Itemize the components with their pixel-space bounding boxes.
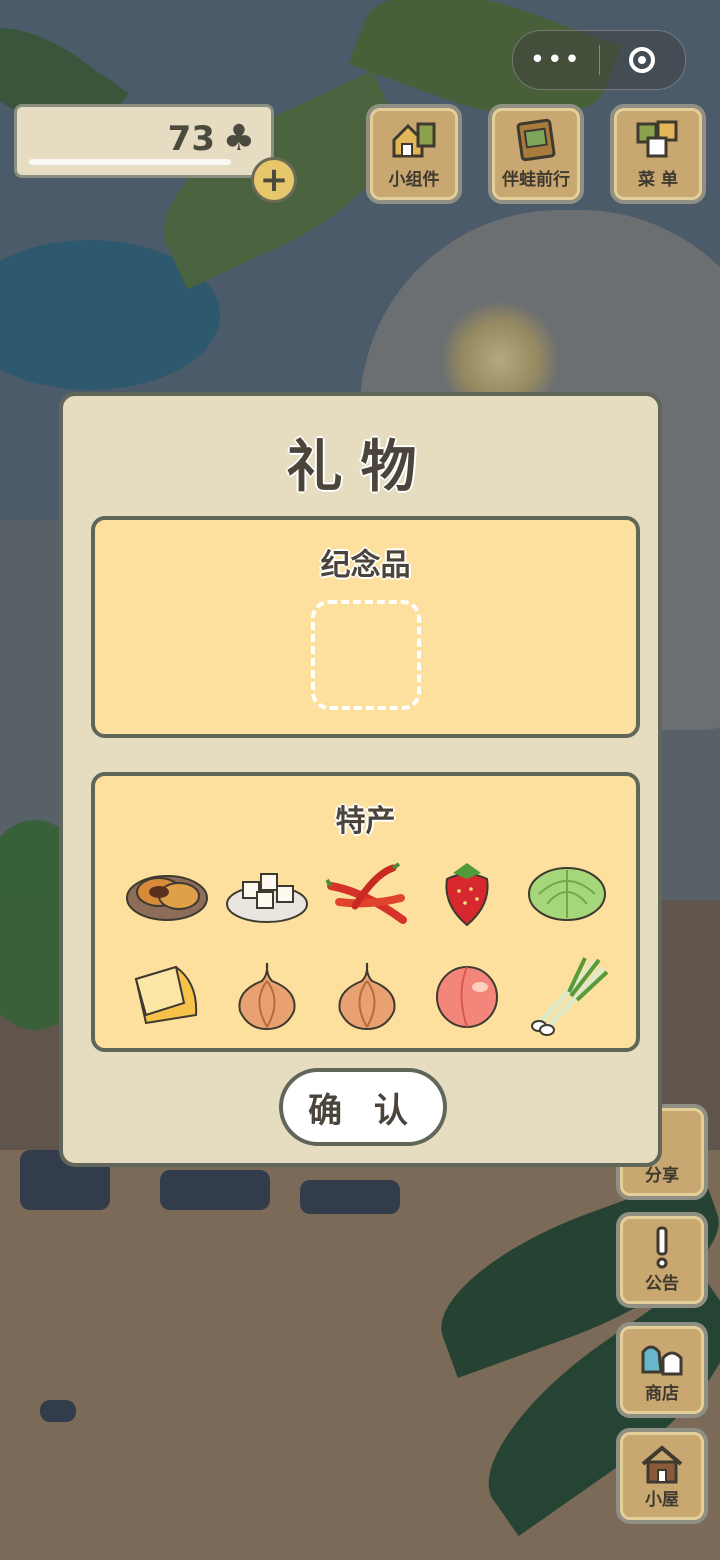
plus-icon[interactable]: + — [251, 157, 297, 203]
house-label: 小屋 — [645, 1490, 679, 1510]
shop-icon — [641, 1345, 683, 1376]
specialty-panel: 特产 — [91, 772, 640, 1052]
specialty-title: 特产 — [335, 804, 396, 839]
onion-icon[interactable] — [317, 956, 417, 1036]
house-icon — [641, 1445, 683, 1484]
empty-slot[interactable] — [311, 600, 421, 710]
widget-icon — [392, 122, 436, 158]
journey-button[interactable]: 伴蛙前行 — [488, 104, 584, 204]
journey-card-icon — [516, 118, 556, 162]
widget-label: 小组件 — [388, 170, 440, 190]
notice-label: 公告 — [645, 1274, 679, 1294]
specialty-grid — [117, 854, 617, 1036]
menu-cards-icon — [636, 120, 678, 158]
counter-shine — [29, 159, 231, 165]
cheese-icon[interactable] — [117, 956, 217, 1036]
confirm-button[interactable]: 确 认 — [279, 1068, 447, 1146]
clover-count: 73 — [167, 119, 215, 159]
peach-icon[interactable] — [417, 956, 517, 1036]
onion-icon[interactable] — [217, 956, 317, 1036]
target-icon[interactable] — [600, 47, 686, 73]
more-dots-icon[interactable]: ••• — [513, 45, 599, 75]
shop-label: 商店 — [645, 1384, 679, 1404]
dialog-title: 礼物 — [286, 435, 435, 500]
pancake-icon[interactable] — [117, 854, 217, 934]
journey-label: 伴蛙前行 — [502, 170, 570, 190]
tofu-icon[interactable] — [217, 854, 317, 934]
menu-label: 菜 单 — [638, 170, 678, 190]
notice-button[interactable]: 公告 — [616, 1212, 708, 1308]
gift-dialog: 礼物 纪念品 特产 确 认 — [59, 392, 662, 1167]
cabbage-icon[interactable] — [517, 854, 617, 934]
notice-icon — [656, 1226, 668, 1269]
shop-button[interactable]: 商店 — [616, 1322, 708, 1418]
menu-button[interactable]: 菜 单 — [610, 104, 706, 204]
souvenir-title: 纪念品 — [320, 548, 411, 583]
house-button[interactable]: 小屋 — [616, 1428, 708, 1524]
mini-program-capsule: ••• — [512, 30, 686, 90]
scallion-icon[interactable] — [517, 956, 617, 1036]
souvenir-panel: 纪念品 — [91, 516, 640, 738]
clover-counter: 73 ♣ — [14, 104, 274, 178]
chili-icon[interactable] — [317, 854, 417, 934]
strawberry-icon[interactable] — [417, 854, 517, 934]
widget-button[interactable]: 小组件 — [366, 104, 462, 204]
clover-icon: ♣ — [222, 118, 255, 159]
